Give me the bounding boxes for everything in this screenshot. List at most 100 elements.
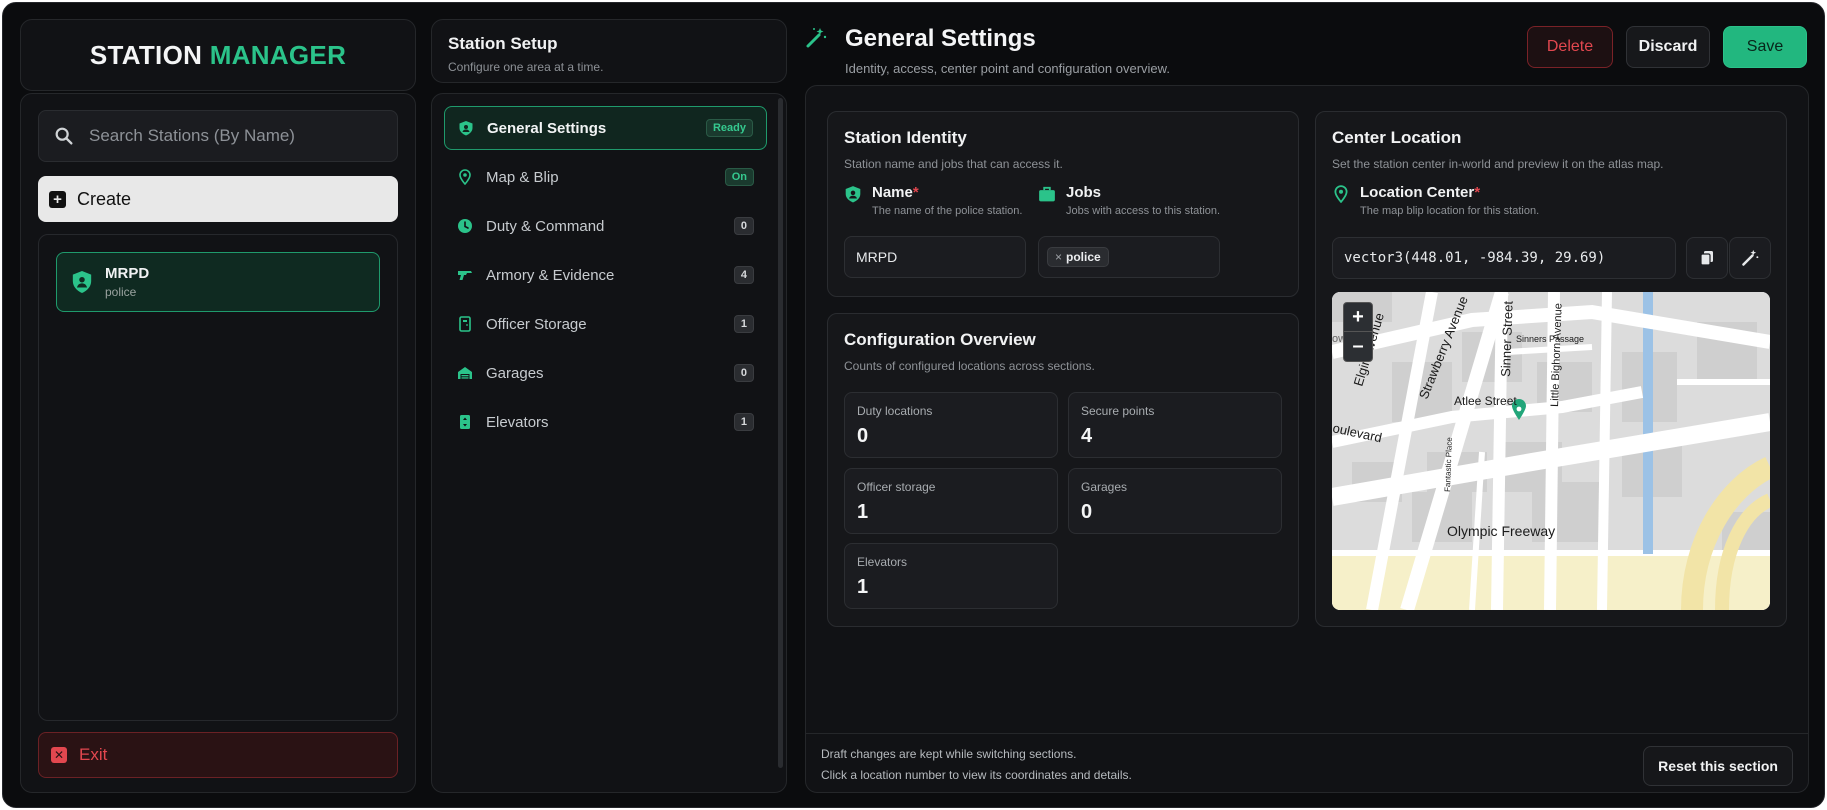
map-zoom-controls: + – [1343,302,1373,362]
card-title: Configuration Overview [844,330,1036,349]
logo-part-2: MANAGER [209,39,347,70]
job-chip[interactable]: × police [1047,247,1109,267]
brand-header: STATION MANAGER [20,19,416,91]
shield-icon [459,121,473,136]
nav-label: General Settings [487,119,607,137]
card-title: Station Identity [844,128,967,147]
nav-scrollbar[interactable] [778,98,783,768]
nav-item-garages[interactable]: Garages 0 [444,351,767,395]
garage-icon [458,367,472,379]
stat-value[interactable]: 1 [857,576,1045,599]
search-input[interactable] [89,126,379,146]
map-pin-icon [459,169,471,185]
center-location-card: Center Location Set the station center i… [1315,111,1787,627]
atlas-map[interactable]: Elgin Avenue Strawberry Avenue Sinner St… [1332,292,1770,610]
stat-value[interactable]: 1 [857,501,1045,524]
nav-item-map-blip[interactable]: Map & Blip On [444,155,767,199]
count-badge: 4 [733,266,754,284]
nav-label: Armory & Evidence [486,266,615,284]
nav-label: Duty & Command [486,217,605,235]
nav-item-armory-evidence[interactable]: Armory & Evidence 4 [444,253,767,297]
delete-button[interactable]: Delete [1527,26,1613,68]
stat-label: Garages [1081,480,1128,494]
stat-duty-locations[interactable]: Duty locations 0 [844,392,1058,458]
setup-subtitle: Configure one area at a time. [448,60,604,74]
status-badge: Ready [705,119,753,137]
map-canvas: Elgin Avenue Strawberry Avenue Sinner St… [1332,292,1770,610]
location-label-text: Location Center [1360,184,1475,201]
exit-label: Exit [79,745,108,764]
nav-label: Garages [486,364,544,382]
nav-item-elevators[interactable]: Elevators 1 [444,400,767,444]
nav-label: Elevators [486,413,549,431]
stat-garages[interactable]: Garages 0 [1068,468,1282,534]
nav-label: Officer Storage [486,315,587,333]
nav-item-officer-storage[interactable]: Officer Storage 1 [444,302,767,346]
count-badge: 1 [733,315,754,333]
exit-button[interactable]: ✕ Exit [38,732,398,778]
clock-icon [458,219,472,233]
create-button[interactable]: + Create [38,176,398,222]
app-logo: STATION MANAGER [90,40,346,71]
card-subtitle: Counts of configured locations across se… [844,359,1095,373]
stat-label: Secure points [1081,404,1155,418]
street-label: Atlee Street [1454,394,1517,408]
page-title: General Settings [845,25,1036,52]
name-input[interactable]: MRPD [844,236,1026,278]
reset-section-button[interactable]: Reset this section [1643,746,1793,786]
location-center-input[interactable]: vector3(448.01, -984.39, 29.69) [1332,237,1676,279]
station-list: MRPD police [38,234,398,721]
jobs-label: Jobs [1066,184,1102,201]
station-item-mrpd[interactable]: MRPD police [56,252,380,312]
discard-button[interactable]: Discard [1626,26,1710,68]
zoom-in-button[interactable]: + [1344,303,1372,332]
save-button[interactable]: Save [1723,26,1807,68]
stations-sidebar: + Create MRPD police ✕ Exit [20,93,416,793]
search-box[interactable] [38,110,398,162]
stat-value[interactable]: 0 [1081,501,1269,524]
stat-value[interactable]: 0 [857,425,1045,448]
station-job: police [105,285,137,299]
content-footer: Draft changes are kept while switching s… [805,733,1809,793]
name-description: The name of the police station. [872,205,1023,217]
configuration-overview-card: Configuration Overview Counts of configu… [827,313,1299,627]
card-subtitle: Set the station center in-world and prev… [1332,157,1664,171]
job-chip-label: police [1066,250,1101,264]
station-name: MRPD [105,265,150,282]
nav-item-duty-command[interactable]: Duty & Command 0 [444,204,767,248]
stat-secure-points[interactable]: Secure points 4 [1068,392,1282,458]
street-label: Sinners Passage [1516,334,1584,344]
pick-location-button[interactable] [1729,237,1771,279]
nav-item-general-settings[interactable]: General Settings Ready [444,106,767,150]
street-label: Sinner Street [1498,300,1516,377]
close-icon: ✕ [51,747,67,763]
shield-icon [845,186,861,203]
required-marker: * [1474,184,1481,201]
briefcase-icon [1039,186,1055,202]
search-icon [55,127,73,145]
card-title: Center Location [1332,128,1462,147]
stat-officer-storage[interactable]: Officer storage 1 [844,468,1058,534]
copy-button[interactable] [1686,237,1728,279]
stat-elevators[interactable]: Elevators 1 [844,543,1058,609]
required-marker: * [912,184,919,201]
count-badge: 0 [733,217,754,235]
location-description: The map blip location for this station. [1360,205,1540,217]
name-label: Name* [872,184,1022,201]
jobs-input[interactable]: × police [1038,236,1220,278]
section-nav: General Settings Ready Map & Blip On Dut… [431,93,787,793]
card-subtitle: Station name and jobs that can access it… [844,157,1063,171]
jobs-field-header: Jobs Jobs with access to this station. [1038,184,1220,217]
count-badge: 0 [733,364,754,382]
chip-remove-icon[interactable]: × [1055,250,1062,264]
setup-header: Station Setup Configure one area at a ti… [431,19,787,83]
map-pin-icon [1334,185,1348,203]
plus-icon: + [49,190,66,208]
stat-label: Officer storage [857,480,936,494]
zoom-out-button[interactable]: – [1344,332,1372,361]
stat-value[interactable]: 4 [1081,425,1269,448]
elevator-icon [460,415,470,429]
locker-icon [459,316,471,332]
magic-wand-icon [806,28,827,48]
status-badge: On [724,168,754,186]
